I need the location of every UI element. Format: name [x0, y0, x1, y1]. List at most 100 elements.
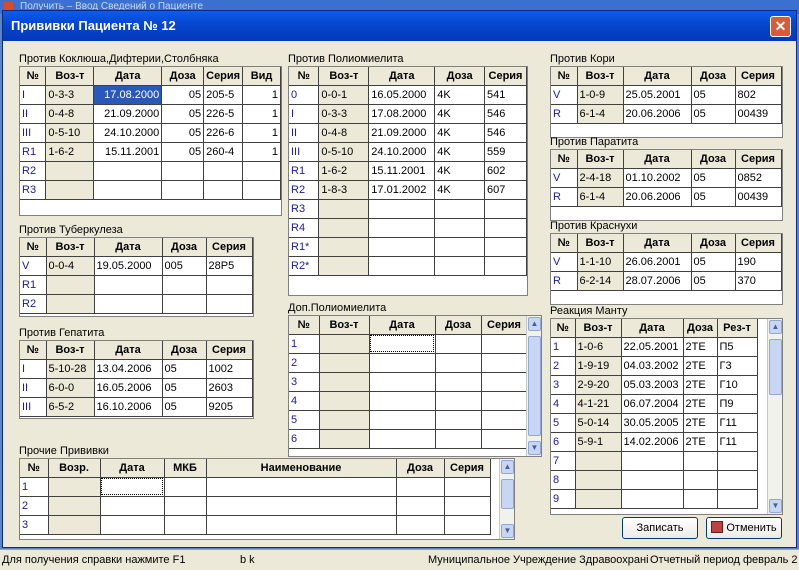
table-row[interactable]: III 6-5-2 16.10.2006 05 9205 — [20, 397, 253, 417]
table-cell[interactable]: 541 — [484, 85, 527, 105]
table-cell[interactable]: 17.08.2000 — [93, 85, 163, 105]
table-cell[interactable]: 01.10.2002 — [623, 168, 692, 188]
table-cell[interactable]: 559 — [484, 142, 527, 162]
column-header[interactable]: Серия — [206, 341, 253, 360]
table-cell[interactable] — [369, 429, 436, 449]
table-cell[interactable]: 190 — [735, 252, 782, 272]
table-cell[interactable] — [484, 199, 527, 219]
column-header[interactable]: Доза — [161, 67, 205, 86]
table-row[interactable]: R2 — [20, 161, 281, 181]
table-row[interactable]: R2 1-8-3 17.01.2002 4K 607 — [289, 180, 527, 200]
table-cell[interactable]: 05 — [691, 168, 736, 188]
table-row[interactable]: I 0-3-3 17.08.2000 05 205-5 1 — [20, 85, 281, 105]
column-header[interactable]: Дата — [369, 316, 436, 335]
table-row[interactable]: R1* — [289, 237, 527, 257]
table-cell[interactable]: 05 — [161, 85, 205, 105]
table-cell[interactable]: 2TE — [683, 356, 718, 376]
table-cell[interactable]: 2TE — [683, 432, 718, 452]
table-cell[interactable]: 1-8-3 — [318, 180, 370, 200]
table-cell[interactable]: 26.06.2001 — [623, 252, 692, 272]
table-cell[interactable]: Г3 — [717, 356, 758, 376]
table-cell[interactable]: 5-9-1 — [575, 432, 622, 452]
table-cell[interactable] — [434, 218, 486, 238]
table-cell[interactable]: Г11 — [717, 413, 758, 433]
table-cell[interactable] — [368, 199, 436, 219]
column-header[interactable]: № — [20, 341, 47, 360]
column-header[interactable]: Воз-т — [577, 150, 624, 169]
column-header[interactable]: Воз-т — [46, 238, 95, 257]
table-cell[interactable]: 06.07.2004 — [621, 394, 684, 414]
table-row[interactable]: R 6-2-14 28.07.2006 05 370 — [551, 271, 782, 291]
table-row[interactable]: 1 — [20, 477, 491, 497]
table-cell[interactable]: 0-0-4 — [46, 256, 95, 276]
table-row[interactable]: I 0-3-3 17.08.2000 4K 546 — [289, 104, 527, 124]
column-header[interactable]: Серия — [735, 67, 782, 86]
column-header[interactable]: Воз-т — [46, 341, 95, 360]
table-cell[interactable]: 30.05.2005 — [621, 413, 684, 433]
table-cell[interactable]: 4-1-21 — [575, 394, 622, 414]
table-row[interactable]: R1 — [20, 275, 253, 295]
table-cell[interactable] — [481, 334, 528, 354]
table-cell[interactable]: 2TE — [683, 413, 718, 433]
table-cell[interactable] — [369, 334, 436, 354]
table-cell[interactable] — [717, 470, 758, 490]
table-cell[interactable] — [319, 372, 370, 392]
table-cell[interactable] — [161, 161, 205, 181]
table-cell[interactable]: 2TE — [683, 375, 718, 395]
table-cell[interactable] — [100, 496, 165, 516]
table-cell[interactable] — [46, 294, 95, 314]
table-row[interactable]: 7 — [551, 451, 758, 471]
column-header[interactable]: Воз-т — [575, 319, 622, 338]
table-cell[interactable] — [484, 256, 527, 276]
table-cell[interactable]: 05 — [691, 252, 736, 272]
table-cell[interactable] — [100, 515, 165, 535]
hepatitis-grid[interactable]: № Воз-т Дата Доза Серия I 5-10-28 13.04.2006 05 1… — [19, 340, 254, 419]
mantoux-grid[interactable]: № Воз-т Дата Доза Рез-т 1 1-0-6 22.05.2001 2TE П5… — [550, 318, 783, 515]
column-header[interactable]: Воз-т — [318, 67, 370, 86]
table-cell[interactable]: 4K — [434, 180, 486, 200]
table-cell[interactable]: 16.05.2000 — [368, 85, 436, 105]
table-cell[interactable] — [434, 199, 486, 219]
table-cell[interactable] — [319, 429, 370, 449]
table-row[interactable]: II 0-4-8 21.09.2000 4K 546 — [289, 123, 527, 143]
table-row[interactable]: 4 — [289, 391, 528, 411]
column-header[interactable]: Серия — [484, 67, 527, 86]
table-cell[interactable] — [575, 451, 622, 471]
column-header[interactable]: Доза — [162, 238, 207, 257]
table-cell[interactable] — [93, 180, 163, 200]
table-cell[interactable] — [94, 294, 163, 314]
table-cell[interactable]: 24.10.2000 — [368, 142, 436, 162]
table-cell[interactable] — [396, 496, 445, 516]
table-cell[interactable] — [319, 410, 370, 430]
table-cell[interactable] — [481, 353, 528, 373]
table-cell[interactable]: 19.05.2000 — [94, 256, 163, 276]
table-row[interactable]: 2 — [289, 353, 528, 373]
table-row[interactable]: R3 — [289, 199, 527, 219]
column-header[interactable]: Вид — [242, 67, 281, 86]
table-cell[interactable] — [484, 218, 527, 238]
table-cell[interactable] — [435, 429, 482, 449]
table-cell[interactable]: 370 — [735, 271, 782, 291]
column-header[interactable]: № — [551, 319, 576, 338]
column-header[interactable]: № — [289, 67, 320, 86]
table-row[interactable]: R2* — [289, 256, 527, 276]
column-header[interactable]: Дата — [623, 150, 692, 169]
table-cell[interactable]: 5-0-14 — [575, 413, 622, 433]
table-row[interactable]: I 5-10-28 13.04.2006 05 1002 — [20, 359, 253, 379]
table-cell[interactable] — [717, 489, 758, 509]
table-cell[interactable]: 2TE — [683, 337, 718, 357]
table-cell[interactable]: Г11 — [717, 432, 758, 452]
table-cell[interactable] — [318, 218, 370, 238]
table-cell[interactable]: 1 — [242, 142, 281, 162]
table-cell[interactable] — [435, 372, 482, 392]
column-header[interactable]: Доза — [691, 67, 736, 86]
column-header[interactable]: Воз-т — [319, 316, 370, 335]
table-row[interactable]: 9 — [551, 489, 758, 509]
table-row[interactable]: 2 — [20, 496, 491, 516]
column-header[interactable]: Серия — [203, 67, 244, 86]
table-row[interactable]: 3 — [289, 372, 528, 392]
table-cell[interactable] — [481, 391, 528, 411]
table-row[interactable]: R1 1-6-2 15.11.2001 4K 602 — [289, 161, 527, 181]
table-cell[interactable]: 6-2-14 — [577, 271, 624, 291]
table-cell[interactable] — [435, 410, 482, 430]
